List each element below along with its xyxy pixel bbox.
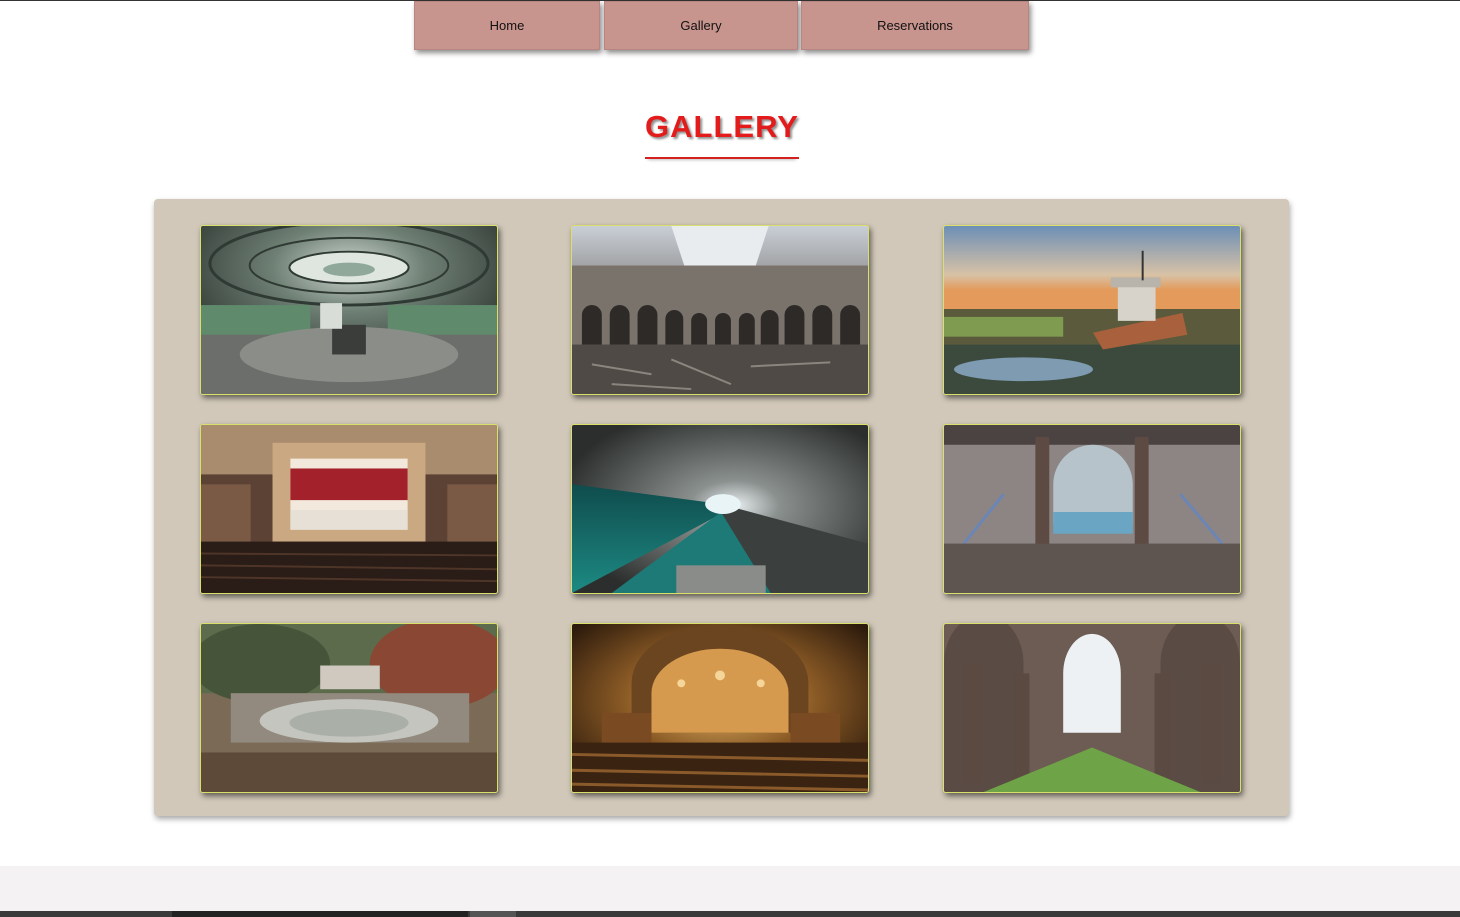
nav-reservations-label: Reservations bbox=[877, 18, 953, 33]
gallery-panel bbox=[154, 199, 1289, 816]
gallery-image-6[interactable] bbox=[943, 424, 1241, 594]
footer bbox=[0, 866, 1460, 911]
nav-gallery-label: Gallery bbox=[680, 18, 722, 33]
gallery-image-9[interactable] bbox=[943, 623, 1241, 793]
gallery-image-1[interactable] bbox=[200, 225, 498, 395]
gallery-image-8[interactable] bbox=[571, 623, 869, 793]
gallery-image-5[interactable] bbox=[571, 424, 869, 594]
gallery-image-3[interactable] bbox=[943, 225, 1241, 395]
bottom-bar-segment bbox=[470, 911, 516, 917]
bottom-bar-segment bbox=[172, 911, 468, 917]
gallery-image-4[interactable] bbox=[200, 424, 498, 594]
nav-home-button[interactable]: Home bbox=[414, 1, 600, 50]
page-title: GALLERY bbox=[645, 109, 799, 159]
gallery-image-2[interactable] bbox=[571, 225, 869, 395]
gallery-image-7[interactable] bbox=[200, 623, 498, 793]
nav-gallery-button[interactable]: Gallery bbox=[604, 1, 798, 50]
nav-reservations-button[interactable]: Reservations bbox=[801, 1, 1029, 50]
title-wrap: GALLERY bbox=[0, 109, 1444, 159]
bottom-bar bbox=[0, 911, 1460, 917]
nav-home-label: Home bbox=[489, 18, 525, 33]
